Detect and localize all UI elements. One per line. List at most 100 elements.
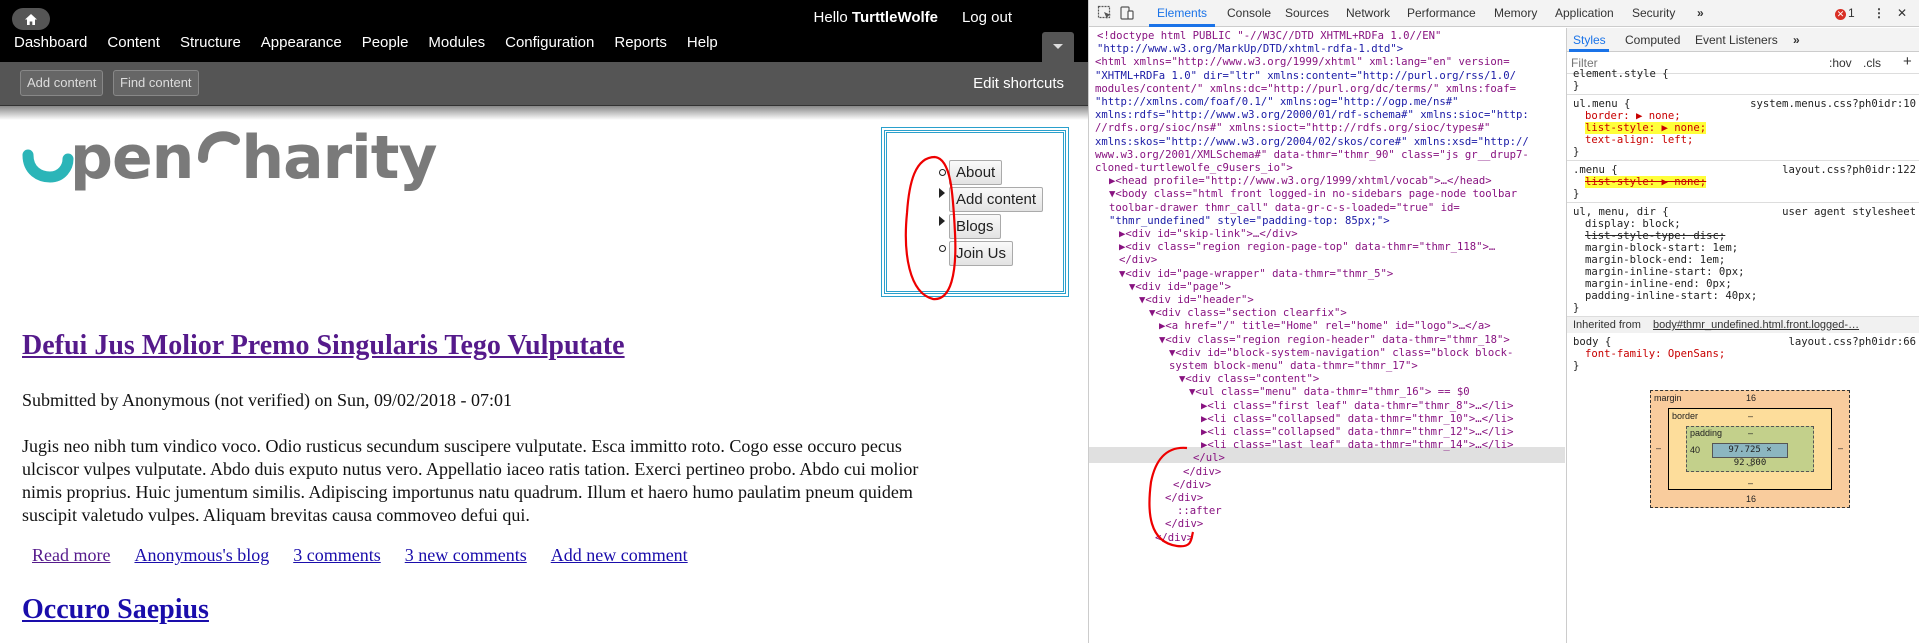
- tab-memory[interactable]: Memory: [1494, 6, 1537, 20]
- css-brace: }: [1573, 302, 1580, 314]
- css-brace: }: [1573, 80, 1580, 92]
- admin-menu-modules[interactable]: Modules: [428, 34, 485, 51]
- close-devtools-icon[interactable]: ✕: [1897, 6, 1907, 20]
- dom-tree: <!doctype html PUBLIC "-//W3C//DTD XHTML…: [1089, 28, 1565, 643]
- admin-menu-dashboard[interactable]: Dashboard: [14, 34, 87, 51]
- margin-left-value[interactable]: –: [1656, 443, 1661, 453]
- admin-menu-reports[interactable]: Reports: [614, 34, 667, 51]
- styles-pane: Styles Computed Event Listeners » :hov .…: [1566, 28, 1919, 643]
- tab-console[interactable]: Console: [1227, 6, 1271, 20]
- article-body-line: Jugis neo nibh tum vindico voco. Odio ru…: [22, 436, 902, 456]
- box-model-content[interactable]: 97.725 × 92.800: [1712, 443, 1788, 468]
- tab-application[interactable]: Application: [1555, 6, 1614, 20]
- drawer-toggle-button[interactable]: [1042, 32, 1074, 62]
- css-brace: }: [1573, 188, 1580, 200]
- error-counter[interactable]: ✕ 1: [1835, 6, 1855, 20]
- css-property: font-family: OpenSans;: [1585, 348, 1725, 360]
- border-label: border: [1672, 411, 1699, 421]
- padding-bottom-value[interactable]: –: [1748, 460, 1753, 470]
- article-title-link[interactable]: Defui Jus Molior Premo Singularis Tego V…: [22, 330, 625, 362]
- new-comments-link[interactable]: 3 new comments: [405, 545, 527, 566]
- css-property: list-style-type: disc;: [1585, 230, 1726, 242]
- logo-text-pen: pen: [70, 123, 194, 193]
- rule-separator: [1567, 94, 1919, 95]
- article2-title-link[interactable]: Occuro Saepius: [22, 594, 209, 626]
- tab-security[interactable]: Security: [1632, 6, 1675, 20]
- edit-shortcuts-link[interactable]: Edit shortcuts: [973, 75, 1064, 92]
- rule-separator: [1567, 160, 1919, 161]
- css-source-link[interactable]: layout.css?ph0idr:66: [1788, 336, 1916, 348]
- css-prop-text: text-align: left;: [1585, 134, 1694, 146]
- styles-subtabs: Styles Computed Event Listeners »: [1567, 28, 1919, 52]
- active-tab-indicator: [1149, 24, 1215, 27]
- read-more-link[interactable]: Read more: [32, 545, 110, 566]
- admin-menu-help[interactable]: Help: [687, 34, 718, 51]
- css-source-link[interactable]: layout.css?ph0idr:122: [1782, 164, 1916, 176]
- margin-right-value[interactable]: –: [1838, 443, 1843, 453]
- tab-performance[interactable]: Performance: [1407, 6, 1476, 20]
- dom-node-line[interactable]: ▶<li class="last leaf" data-thmr="thmr_1…: [1201, 438, 1514, 454]
- admin-menu-people[interactable]: People: [362, 34, 409, 51]
- home-button[interactable]: [12, 8, 50, 30]
- class-toggle[interactable]: .cls: [1863, 56, 1881, 70]
- border-value[interactable]: –: [1748, 411, 1753, 421]
- find-content-shortcut[interactable]: Find content: [113, 70, 199, 96]
- css-selector: body {: [1573, 336, 1612, 348]
- css-source-link[interactable]: system.menus.css?ph0idr:10: [1750, 98, 1916, 110]
- subtab-more[interactable]: »: [1793, 33, 1800, 47]
- border-bottom-value[interactable]: –: [1748, 478, 1753, 488]
- tab-sources[interactable]: Sources: [1285, 6, 1329, 20]
- logout-link[interactable]: Log out: [962, 9, 1012, 26]
- padding-label: padding: [1690, 428, 1723, 438]
- comments-link[interactable]: 3 comments: [293, 545, 381, 566]
- css-brace: }: [1573, 360, 1580, 372]
- css-property: margin-block-end: 1em;: [1585, 254, 1726, 266]
- css-selector: element.style {: [1573, 68, 1669, 80]
- margin-top-value[interactable]: 16: [1746, 393, 1756, 403]
- tab-network[interactable]: Network: [1346, 6, 1390, 20]
- inspect-element-icon[interactable]: [1097, 5, 1113, 21]
- red-annotation-circle: [1148, 446, 1195, 548]
- subtab-computed[interactable]: Computed: [1625, 33, 1680, 47]
- add-rule-icon[interactable]: +: [1903, 53, 1912, 70]
- red-annotation-circle: [904, 155, 957, 301]
- css-property: margin-inline-start: 0px;: [1585, 266, 1745, 278]
- add-comment-link[interactable]: Add new comment: [551, 545, 688, 566]
- padding-left-value[interactable]: 40: [1690, 445, 1700, 455]
- admin-menu-content[interactable]: Content: [107, 34, 160, 51]
- inherited-from-link[interactable]: body#thmr_undefined.html.front.logged-…: [1653, 319, 1859, 331]
- article-body-line: nimis proprius. Huic jumentum similis. A…: [22, 482, 913, 502]
- add-content-shortcut[interactable]: Add content: [20, 70, 104, 96]
- admin-menu-configuration[interactable]: Configuration: [505, 34, 594, 51]
- inherited-header: Inherited from body#thmr_undefined.html.…: [1567, 317, 1919, 333]
- device-toggle-icon[interactable]: [1119, 5, 1135, 21]
- article-links: Read more Anonymous's blog 3 comments 3 …: [32, 545, 712, 566]
- margin-bottom-value[interactable]: 16: [1746, 494, 1756, 504]
- username-link[interactable]: TurttleWolfe: [852, 9, 938, 26]
- logo-text-harity: harity: [241, 123, 437, 193]
- box-model-diagram: 97.725 × 92.800 margin 16 16 – – border …: [1650, 390, 1850, 508]
- blog-link[interactable]: Anonymous's blog: [134, 545, 269, 566]
- article-submitted-info: Submitted by Anonymous (not verified) on…: [22, 390, 512, 410]
- css-brace: }: [1573, 146, 1580, 158]
- devtools-menu-kebab-icon[interactable]: ⋮: [1873, 6, 1885, 20]
- css-property: list-style: ▶ none;: [1585, 176, 1707, 188]
- admin-menu-structure[interactable]: Structure: [180, 34, 241, 51]
- site-logo[interactable]: pen harity: [22, 123, 438, 193]
- css-selector: ul, menu, dir {: [1573, 206, 1669, 218]
- tab-elements[interactable]: Elements: [1157, 6, 1207, 20]
- css-property: list-style: ▶ none;: [1585, 122, 1707, 134]
- rule-separator: [1567, 202, 1919, 203]
- css-property: margin-inline-end: 0px;: [1585, 278, 1732, 290]
- css-property: padding-inline-start: 40px;: [1585, 290, 1758, 302]
- hover-state-toggle[interactable]: :hov: [1829, 56, 1852, 70]
- admin-menu-appearance[interactable]: Appearance: [261, 34, 342, 51]
- error-count: 1: [1848, 6, 1855, 20]
- subtab-event-listeners[interactable]: Event Listeners: [1695, 33, 1778, 47]
- dom-node-line[interactable]: ▶<div class="region region-page-top" dat…: [1119, 240, 1495, 256]
- user-greeting: Hello TurttleWolfe: [814, 9, 938, 26]
- more-tabs-button[interactable]: »: [1697, 6, 1704, 20]
- devtools-panel: Elements Console Sources Network Perform…: [1088, 0, 1919, 643]
- padding-top-value[interactable]: –: [1748, 428, 1753, 438]
- subtab-styles[interactable]: Styles: [1573, 33, 1606, 47]
